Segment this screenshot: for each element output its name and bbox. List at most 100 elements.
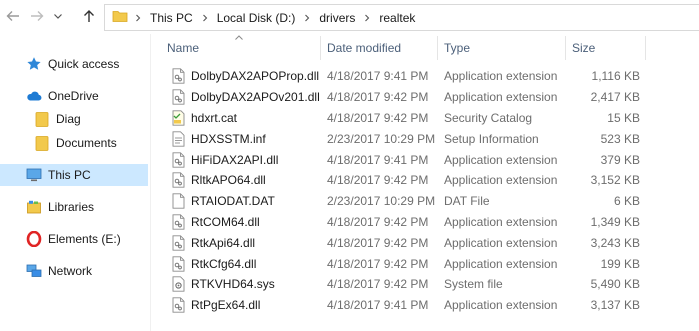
file-date-modified: 4/18/2017 9:41 PM — [327, 152, 429, 167]
file-name: HDXSSTM.inf — [191, 131, 266, 146]
file-row[interactable]: DolbyDAX2APOv201.dll 4/18/2017 9:42 PM App… — [160, 87, 699, 108]
file-size: 523 KB — [600, 131, 640, 146]
dll-file-icon — [170, 297, 186, 313]
nav-item-label: OneDrive — [48, 89, 99, 103]
nav-item-label: Diag — [56, 112, 81, 126]
dll-file-icon — [170, 89, 186, 105]
file-name-cell: RTAIODAT.DAT — [170, 191, 275, 212]
star-icon — [26, 56, 42, 72]
folder-icon — [34, 111, 50, 127]
breadcrumb-separator-icon — [363, 14, 371, 22]
breadcrumb-separator-icon — [303, 14, 311, 22]
setup-info-icon — [170, 131, 186, 147]
file-row[interactable]: RltkAPO64.dll 4/18/2017 9:42 PM Applicatio… — [160, 170, 699, 191]
address-bar[interactable]: This PC Local Disk (D:) drivers realtek — [104, 4, 699, 31]
file-row[interactable]: RTKVHD64.sys 4/18/2017 9:42 PM System file… — [160, 274, 699, 295]
file-row[interactable]: RTAIODAT.DAT 2/23/2017 10:29 PM DAT File 6 … — [160, 191, 699, 212]
file-date-modified: 4/18/2017 9:42 PM — [327, 90, 429, 105]
nav-item-libraries[interactable]: Libraries — [0, 196, 148, 218]
file-type: DAT File — [444, 194, 490, 209]
file-type: Application extension — [444, 256, 558, 271]
forward-arrow-icon — [31, 11, 44, 21]
file-name-cell: RtkCfg64.dll — [170, 253, 256, 274]
address-toolbar: This PC Local Disk (D:) drivers realtek — [0, 0, 699, 34]
nav-item-network[interactable]: Network — [0, 260, 148, 282]
file-row[interactable]: DolbyDAX2APOProp.dll 4/18/2017 9:41 PM App… — [160, 66, 699, 87]
breadcrumb: This PC Local Disk (D:) drivers realtek — [134, 11, 415, 25]
file-type: Application extension — [444, 298, 558, 313]
file-date-modified: 4/18/2017 9:42 PM — [327, 214, 429, 229]
breadcrumb-this-pc[interactable]: This PC — [150, 11, 193, 25]
recent-locations-button[interactable] — [52, 7, 64, 25]
column-divider[interactable] — [437, 36, 438, 60]
column-header-type[interactable]: Type — [444, 34, 559, 62]
file-row[interactable]: HDXSSTM.inf 2/23/2017 10:29 PM Setup Infor… — [160, 128, 699, 149]
file-date-modified: 4/18/2017 9:41 PM — [327, 69, 429, 84]
column-divider[interactable] — [565, 36, 566, 60]
file-size: 1,116 KB — [591, 69, 640, 84]
column-divider[interactable] — [645, 36, 646, 60]
file-name-cell: RltkAPO64.dll — [170, 170, 266, 191]
file-type: Application extension — [444, 235, 558, 250]
file-name: RtkCfg64.dll — [191, 256, 257, 271]
column-header-date-modified[interactable]: Date modified — [327, 34, 437, 62]
dll-file-icon — [170, 68, 186, 85]
breadcrumb-separator-icon — [134, 14, 142, 22]
nav-item-quick-access[interactable]: Quick access — [0, 53, 148, 75]
file-size: 379 KB — [600, 152, 640, 167]
file-type: System file — [444, 277, 503, 292]
breadcrumb-realtek[interactable]: realtek — [379, 11, 415, 25]
nav-item-diag[interactable]: Diag — [0, 108, 148, 130]
file-date-modified: 4/18/2017 9:41 PM — [327, 298, 429, 313]
file-date-modified: 2/23/2017 10:29 PM — [327, 194, 436, 209]
file-name-cell: RtPgEx64.dll — [170, 295, 260, 316]
file-row[interactable]: RtPgEx64.dll 4/18/2017 9:41 PM Application… — [160, 295, 699, 316]
file-name: DolbyDAX2APOProp.dll — [191, 69, 320, 84]
nav-item-elements-e[interactable]: Elements (E:) — [0, 228, 148, 250]
file-date-modified: 4/18/2017 9:42 PM — [327, 173, 429, 188]
dll-file-icon — [170, 235, 186, 251]
column-header-size[interactable]: Size — [572, 34, 642, 62]
file-date-modified: 4/18/2017 9:42 PM — [327, 277, 429, 292]
up-button[interactable] — [80, 7, 98, 25]
file-size: 1,349 KB — [590, 214, 640, 229]
file-size: 2,417 KB — [590, 90, 640, 105]
navigation-pane: Quick access OneDrive Diag Documents Thi… — [0, 34, 150, 331]
file-type: Application extension — [444, 152, 558, 167]
file-size: 3,137 KB — [590, 298, 640, 313]
file-type: Application extension — [444, 69, 558, 84]
nav-item-label: Network — [48, 264, 93, 278]
file-date-modified: 4/18/2017 9:42 PM — [327, 235, 429, 250]
file-name-cell: DolbyDAX2APOProp.dll — [170, 66, 319, 87]
file-name: RtkApi64.dll — [191, 235, 256, 250]
file-row[interactable]: RtCOM64.dll 4/18/2017 9:42 PM Application … — [160, 212, 699, 233]
column-divider[interactable] — [320, 36, 321, 60]
file-row[interactable]: RtkApi64.dll 4/18/2017 9:42 PM Application… — [160, 232, 699, 253]
column-header-name-label: Name — [167, 41, 200, 55]
pane-divider[interactable] — [150, 34, 151, 331]
column-header-name[interactable]: Name — [167, 34, 317, 62]
dll-file-icon — [170, 172, 186, 189]
file-name-cell: RtkApi64.dll — [170, 232, 255, 253]
file-name: RltkAPO64.dll — [191, 173, 266, 188]
up-arrow-icon — [84, 10, 94, 22]
breadcrumb-local-disk[interactable]: Local Disk (D:) — [217, 11, 296, 25]
forward-button[interactable] — [28, 7, 46, 25]
nav-item-onedrive[interactable]: OneDrive — [0, 85, 148, 107]
file-size: 199 KB — [600, 256, 640, 271]
back-button[interactable] — [4, 7, 22, 25]
nav-item-documents[interactable]: Documents — [0, 132, 148, 154]
column-header-type-label: Type — [444, 41, 471, 55]
file-size: 15 KB — [607, 110, 640, 125]
file-size: 3,243 KB — [590, 235, 640, 250]
file-row[interactable]: RtkCfg64.dll 4/18/2017 9:42 PM Application… — [160, 253, 699, 274]
file-size: 3,152 KB — [590, 173, 640, 188]
file-name-cell: hdxrt.cat — [170, 108, 237, 129]
nav-item-this-pc[interactable]: This PC — [0, 164, 148, 186]
dll-file-icon — [170, 255, 186, 272]
folder-icon — [34, 135, 50, 151]
file-row[interactable]: HiFiDAX2API.dll 4/18/2017 9:41 PM Applicat… — [160, 149, 699, 170]
file-type: Application extension — [444, 173, 558, 188]
file-row[interactable]: hdxrt.cat 4/18/2017 9:42 PM Security Catal… — [160, 108, 699, 129]
breadcrumb-drivers[interactable]: drivers — [319, 11, 355, 25]
